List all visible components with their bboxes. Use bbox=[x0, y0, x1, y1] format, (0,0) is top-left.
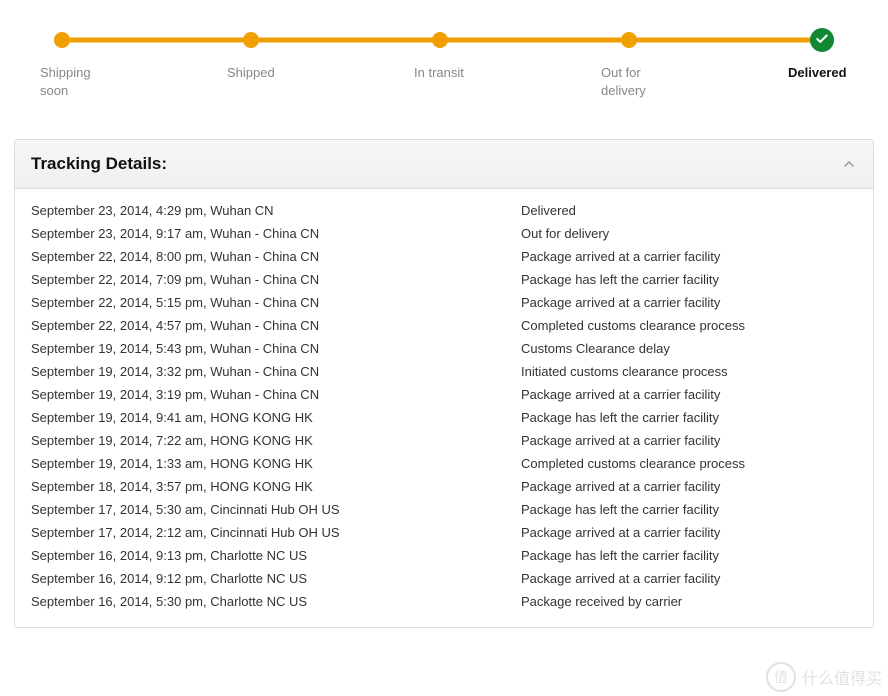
tracking-row-status: Completed customs clearance process bbox=[521, 318, 857, 333]
tracking-row-status: Package arrived at a carrier facility bbox=[521, 387, 857, 402]
progress-label-delivered: Delivered bbox=[788, 64, 848, 99]
progress-label-shipping-soon: Shipping soon bbox=[40, 64, 100, 99]
progress-node-shipping-soon bbox=[54, 32, 70, 48]
tracking-row-datetime-location: September 19, 2014, 3:32 pm, Wuhan - Chi… bbox=[31, 364, 521, 379]
tracking-row-status: Package has left the carrier facility bbox=[521, 502, 857, 517]
progress-label-in-transit: In transit bbox=[414, 64, 474, 99]
progress-node-in-transit bbox=[432, 32, 448, 48]
tracking-row-status: Package has left the carrier facility bbox=[521, 272, 857, 287]
tracking-row-status: Package arrived at a carrier facility bbox=[521, 249, 857, 264]
progress-nodes bbox=[54, 30, 834, 50]
tracking-row: September 16, 2014, 5:30 pm, Charlotte N… bbox=[31, 590, 857, 613]
tracking-row-datetime-location: September 16, 2014, 9:12 pm, Charlotte N… bbox=[31, 571, 521, 586]
tracking-title: Tracking Details: bbox=[31, 154, 167, 174]
tracking-row-status: Out for delivery bbox=[521, 226, 857, 241]
tracking-row: September 18, 2014, 3:57 pm, HONG KONG H… bbox=[31, 475, 857, 498]
progress-bar bbox=[54, 30, 834, 50]
tracking-row-status: Completed customs clearance process bbox=[521, 456, 857, 471]
tracking-row: September 19, 2014, 3:19 pm, Wuhan - Chi… bbox=[31, 383, 857, 406]
tracking-row: September 22, 2014, 7:09 pm, Wuhan - Chi… bbox=[31, 268, 857, 291]
tracking-row-status: Package received by carrier bbox=[521, 594, 857, 609]
tracking-row-datetime-location: September 22, 2014, 8:00 pm, Wuhan - Chi… bbox=[31, 249, 521, 264]
tracking-row: September 19, 2014, 9:41 am, HONG KONG H… bbox=[31, 406, 857, 429]
tracking-row: September 22, 2014, 5:15 pm, Wuhan - Chi… bbox=[31, 291, 857, 314]
tracking-row: September 17, 2014, 5:30 am, Cincinnati … bbox=[31, 498, 857, 521]
tracking-header[interactable]: Tracking Details: bbox=[15, 140, 873, 189]
tracking-row: September 17, 2014, 2:12 am, Cincinnati … bbox=[31, 521, 857, 544]
tracking-row-datetime-location: September 17, 2014, 5:30 am, Cincinnati … bbox=[31, 502, 521, 517]
shipping-progress: Shipping soon Shipped In transit Out for… bbox=[0, 0, 888, 119]
tracking-row-datetime-location: September 19, 2014, 3:19 pm, Wuhan - Chi… bbox=[31, 387, 521, 402]
progress-labels: Shipping soon Shipped In transit Out for… bbox=[40, 64, 848, 99]
progress-label-shipped: Shipped bbox=[227, 64, 287, 99]
tracking-row-status: Package arrived at a carrier facility bbox=[521, 525, 857, 540]
tracking-row-datetime-location: September 19, 2014, 5:43 pm, Wuhan - Chi… bbox=[31, 341, 521, 356]
tracking-row-status: Package has left the carrier facility bbox=[521, 410, 857, 425]
progress-node-delivered bbox=[810, 28, 834, 52]
tracking-row: September 22, 2014, 8:00 pm, Wuhan - Chi… bbox=[31, 245, 857, 268]
tracking-row: September 16, 2014, 9:13 pm, Charlotte N… bbox=[31, 544, 857, 567]
tracking-row-status: Delivered bbox=[521, 203, 857, 218]
watermark-text: 什么值得买 bbox=[802, 665, 882, 689]
tracking-row-status: Initiated customs clearance process bbox=[521, 364, 857, 379]
tracking-row: September 19, 2014, 5:43 pm, Wuhan - Chi… bbox=[31, 337, 857, 360]
tracking-row-status: Package arrived at a carrier facility bbox=[521, 479, 857, 494]
tracking-row: September 16, 2014, 9:12 pm, Charlotte N… bbox=[31, 567, 857, 590]
tracking-row-status: Customs Clearance delay bbox=[521, 341, 857, 356]
progress-label-out-for-delivery: Out for delivery bbox=[601, 64, 661, 99]
tracking-row-status: Package arrived at a carrier facility bbox=[521, 571, 857, 586]
tracking-row-datetime-location: September 23, 2014, 9:17 am, Wuhan - Chi… bbox=[31, 226, 521, 241]
tracking-row: September 23, 2014, 4:29 pm, Wuhan CNDel… bbox=[31, 199, 857, 222]
tracking-row: September 23, 2014, 9:17 am, Wuhan - Chi… bbox=[31, 222, 857, 245]
tracking-row: September 22, 2014, 4:57 pm, Wuhan - Chi… bbox=[31, 314, 857, 337]
tracking-row-datetime-location: September 17, 2014, 2:12 am, Cincinnati … bbox=[31, 525, 521, 540]
tracking-panel: Tracking Details: September 23, 2014, 4:… bbox=[14, 139, 874, 628]
watermark-badge: 值 bbox=[766, 662, 796, 692]
tracking-row-status: Package arrived at a carrier facility bbox=[521, 433, 857, 448]
tracking-row-datetime-location: September 19, 2014, 7:22 am, HONG KONG H… bbox=[31, 433, 521, 448]
tracking-row-datetime-location: September 23, 2014, 4:29 pm, Wuhan CN bbox=[31, 203, 521, 218]
tracking-row-datetime-location: September 18, 2014, 3:57 pm, HONG KONG H… bbox=[31, 479, 521, 494]
watermark: 值 什么值得买 bbox=[766, 662, 882, 692]
progress-node-shipped bbox=[243, 32, 259, 48]
tracking-row: September 19, 2014, 7:22 am, HONG KONG H… bbox=[31, 429, 857, 452]
tracking-row-status: Package arrived at a carrier facility bbox=[521, 295, 857, 310]
tracking-row-datetime-location: September 16, 2014, 9:13 pm, Charlotte N… bbox=[31, 548, 521, 563]
tracking-row: September 19, 2014, 3:32 pm, Wuhan - Chi… bbox=[31, 360, 857, 383]
tracking-row-datetime-location: September 22, 2014, 5:15 pm, Wuhan - Chi… bbox=[31, 295, 521, 310]
tracking-row-datetime-location: September 22, 2014, 4:57 pm, Wuhan - Chi… bbox=[31, 318, 521, 333]
progress-node-out-for-delivery bbox=[621, 32, 637, 48]
tracking-row-datetime-location: September 22, 2014, 7:09 pm, Wuhan - Chi… bbox=[31, 272, 521, 287]
tracking-rows: September 23, 2014, 4:29 pm, Wuhan CNDel… bbox=[15, 189, 873, 627]
tracking-row: September 19, 2014, 1:33 am, HONG KONG H… bbox=[31, 452, 857, 475]
tracking-row-datetime-location: September 16, 2014, 5:30 pm, Charlotte N… bbox=[31, 594, 521, 609]
check-icon bbox=[815, 32, 829, 49]
chevron-up-icon bbox=[841, 156, 857, 172]
tracking-row-datetime-location: September 19, 2014, 1:33 am, HONG KONG H… bbox=[31, 456, 521, 471]
tracking-row-datetime-location: September 19, 2014, 9:41 am, HONG KONG H… bbox=[31, 410, 521, 425]
tracking-row-status: Package has left the carrier facility bbox=[521, 548, 857, 563]
